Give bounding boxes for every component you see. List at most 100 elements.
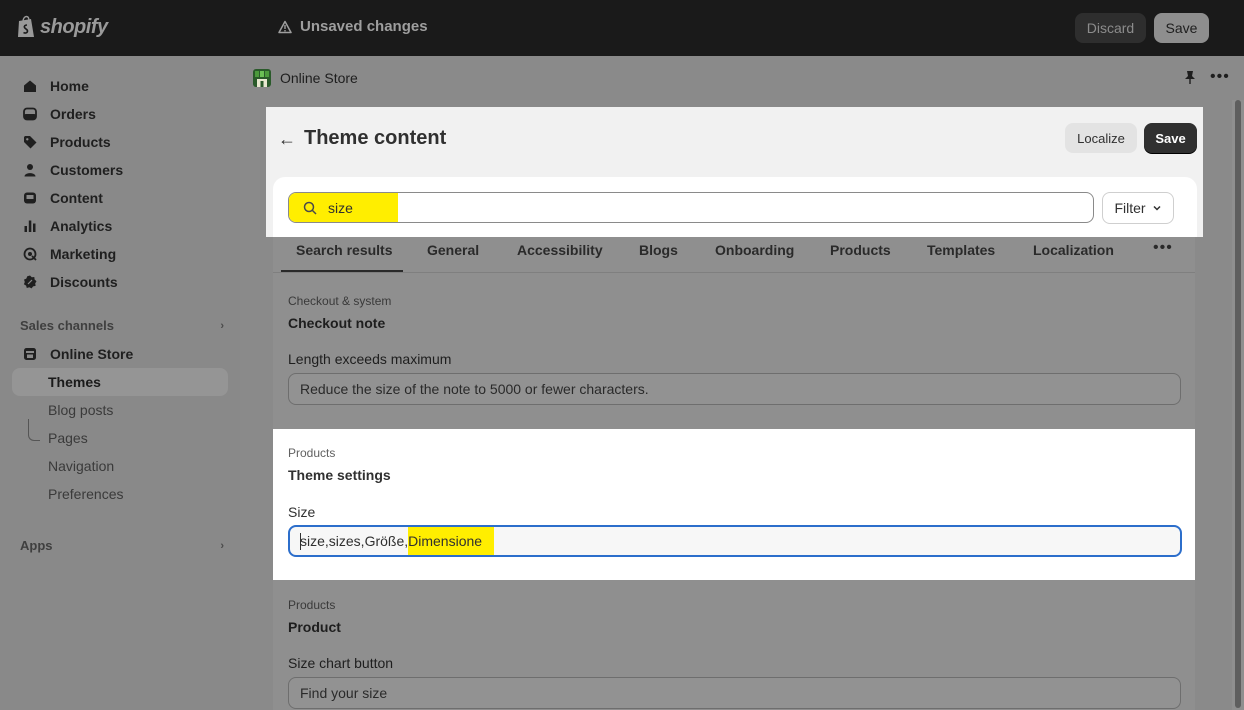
sidebar-item-discounts[interactable]: Discounts: [12, 268, 228, 296]
scrollbar-thumb[interactable]: [1235, 100, 1241, 708]
checkout-note-field[interactable]: Reduce the size of the note to 5000 or f…: [288, 373, 1181, 405]
sidebar-item-marketing[interactable]: Marketing: [12, 240, 228, 268]
warning-icon: [278, 20, 292, 33]
orders-icon: [22, 106, 38, 122]
filter-label: Filter: [1114, 200, 1146, 216]
chart-icon: [22, 218, 38, 234]
sidebar-item-navigation[interactable]: Navigation: [12, 452, 228, 480]
top-bar: shopify Unsaved changes Discard Save: [0, 0, 1244, 56]
filter-button[interactable]: Filter: [1102, 192, 1174, 224]
result-category: Products: [288, 446, 336, 460]
sidebar-item-label: Marketing: [50, 246, 117, 262]
result-category: Products: [288, 598, 336, 612]
field-label: Size chart button: [288, 655, 394, 671]
store-icon: [22, 346, 38, 362]
highlighted-result: Products Theme settings Size size,sizes,…: [273, 429, 1195, 580]
sidebar-item-label: Preferences: [48, 486, 124, 502]
apps-header[interactable]: Apps ›: [20, 538, 224, 553]
localize-button[interactable]: Localize: [1065, 123, 1137, 153]
home-icon: [22, 78, 38, 94]
tab-accessibility[interactable]: Accessibility: [517, 242, 603, 258]
chevron-down-icon: [1153, 205, 1161, 211]
tab-blogs[interactable]: Blogs: [639, 242, 678, 258]
sidebar-item-preferences[interactable]: Preferences: [12, 480, 228, 508]
field-value: Find your size: [300, 685, 388, 701]
more-tabs-icon[interactable]: •••: [1153, 239, 1173, 257]
pin-icon[interactable]: [1183, 70, 1197, 84]
tab-templates[interactable]: Templates: [927, 242, 995, 258]
page-title: Theme content: [304, 127, 447, 149]
text-caret: [300, 533, 301, 550]
tab-onboarding[interactable]: Onboarding: [715, 242, 794, 258]
field-value: Reduce the size of the note to 5000 or f…: [300, 381, 649, 397]
sidebar-item-label: Home: [50, 78, 89, 94]
tag-icon: [22, 134, 38, 150]
sidebar-item-label: Navigation: [48, 458, 115, 474]
target-icon: [22, 246, 38, 262]
size-field[interactable]: size,sizes,Größe,Dimensione: [288, 525, 1182, 557]
search-icon: [303, 201, 317, 215]
search-card: size Filter: [273, 177, 1197, 237]
brand-name: shopify: [40, 15, 108, 38]
field-value-highlight: Dimensione: [408, 527, 495, 555]
sidebar-item-label: Online Store: [50, 346, 134, 362]
tab-products[interactable]: Products: [830, 242, 891, 258]
unsaved-text: Unsaved changes: [300, 18, 428, 35]
result-title: Checkout note: [288, 315, 386, 331]
sidebar-item-label: Customers: [50, 162, 124, 178]
app-title: Online Store: [280, 70, 358, 86]
sidebar-item-label: Discounts: [50, 274, 118, 290]
sidebar-item-orders[interactable]: Orders: [12, 100, 228, 128]
theme-content-header: ← Theme content Localize Save size Filte…: [266, 107, 1203, 237]
sidebar-item-home[interactable]: Home: [12, 72, 228, 100]
online-store-app-icon: [253, 69, 271, 87]
field-label: Size: [288, 504, 316, 520]
sidebar-item-label: Themes: [48, 374, 101, 390]
sidebar-item-themes[interactable]: Themes: [12, 368, 228, 396]
save-button[interactable]: Save: [1144, 123, 1197, 153]
tab-localization[interactable]: Localization: [1033, 242, 1114, 258]
sidebar: Home Orders Products Customers Content A…: [0, 56, 240, 710]
sidebar-item-label: Content: [50, 190, 103, 206]
chevron-right-icon: ›: [220, 539, 224, 552]
apps-label: Apps: [20, 538, 53, 553]
sidebar-item-products[interactable]: Products: [12, 128, 228, 156]
shopify-logo[interactable]: shopify: [16, 15, 108, 39]
field-value-plain: size,sizes,Größe,: [300, 533, 409, 549]
sidebar-item-analytics[interactable]: Analytics: [12, 212, 228, 240]
tab-search-results[interactable]: Search results: [296, 242, 393, 258]
sidebar-item-label: Analytics: [50, 218, 113, 234]
result-title: Product: [288, 619, 341, 635]
field-value: size,sizes,Größe,Dimensione: [300, 527, 495, 555]
search-value: size: [328, 200, 353, 216]
person-icon: [22, 162, 38, 178]
sidebar-item-blog-posts[interactable]: Blog posts: [12, 396, 228, 424]
discard-button[interactable]: Discard: [1075, 13, 1146, 43]
back-arrow-icon[interactable]: ←: [278, 129, 296, 150]
tab-bar: Search results General Accessibility Blo…: [273, 237, 1195, 273]
sales-channels-header[interactable]: Sales channels ›: [20, 318, 224, 333]
sales-channels-label: Sales channels: [20, 318, 114, 333]
search-input[interactable]: size: [288, 192, 1094, 223]
sidebar-item-online-store[interactable]: Online Store: [12, 340, 228, 368]
sidebar-item-label: Products: [50, 134, 111, 150]
top-save-button[interactable]: Save: [1154, 13, 1209, 43]
more-options-icon[interactable]: •••: [1210, 68, 1230, 86]
unsaved-status: Unsaved changes: [278, 18, 428, 35]
discount-icon: [22, 274, 38, 290]
content-icon: [22, 190, 38, 206]
sidebar-item-label: Orders: [50, 106, 96, 122]
sidebar-item-customers[interactable]: Customers: [12, 156, 228, 184]
tab-general[interactable]: General: [427, 242, 479, 258]
sidebar-item-content[interactable]: Content: [12, 184, 228, 212]
sidebar-item-pages[interactable]: Pages: [12, 424, 228, 452]
sidebar-item-label: Pages: [48, 430, 88, 446]
sidebar-item-label: Blog posts: [48, 402, 114, 418]
size-chart-button-field[interactable]: Find your size: [288, 677, 1181, 709]
result-title: Theme settings: [288, 467, 391, 483]
app-header: Online Store •••: [240, 56, 1244, 100]
field-label: Length exceeds maximum: [288, 351, 452, 367]
shopify-bag-icon: [18, 15, 34, 37]
active-tab-indicator: [281, 270, 403, 272]
result-category: Checkout & system: [288, 294, 392, 308]
